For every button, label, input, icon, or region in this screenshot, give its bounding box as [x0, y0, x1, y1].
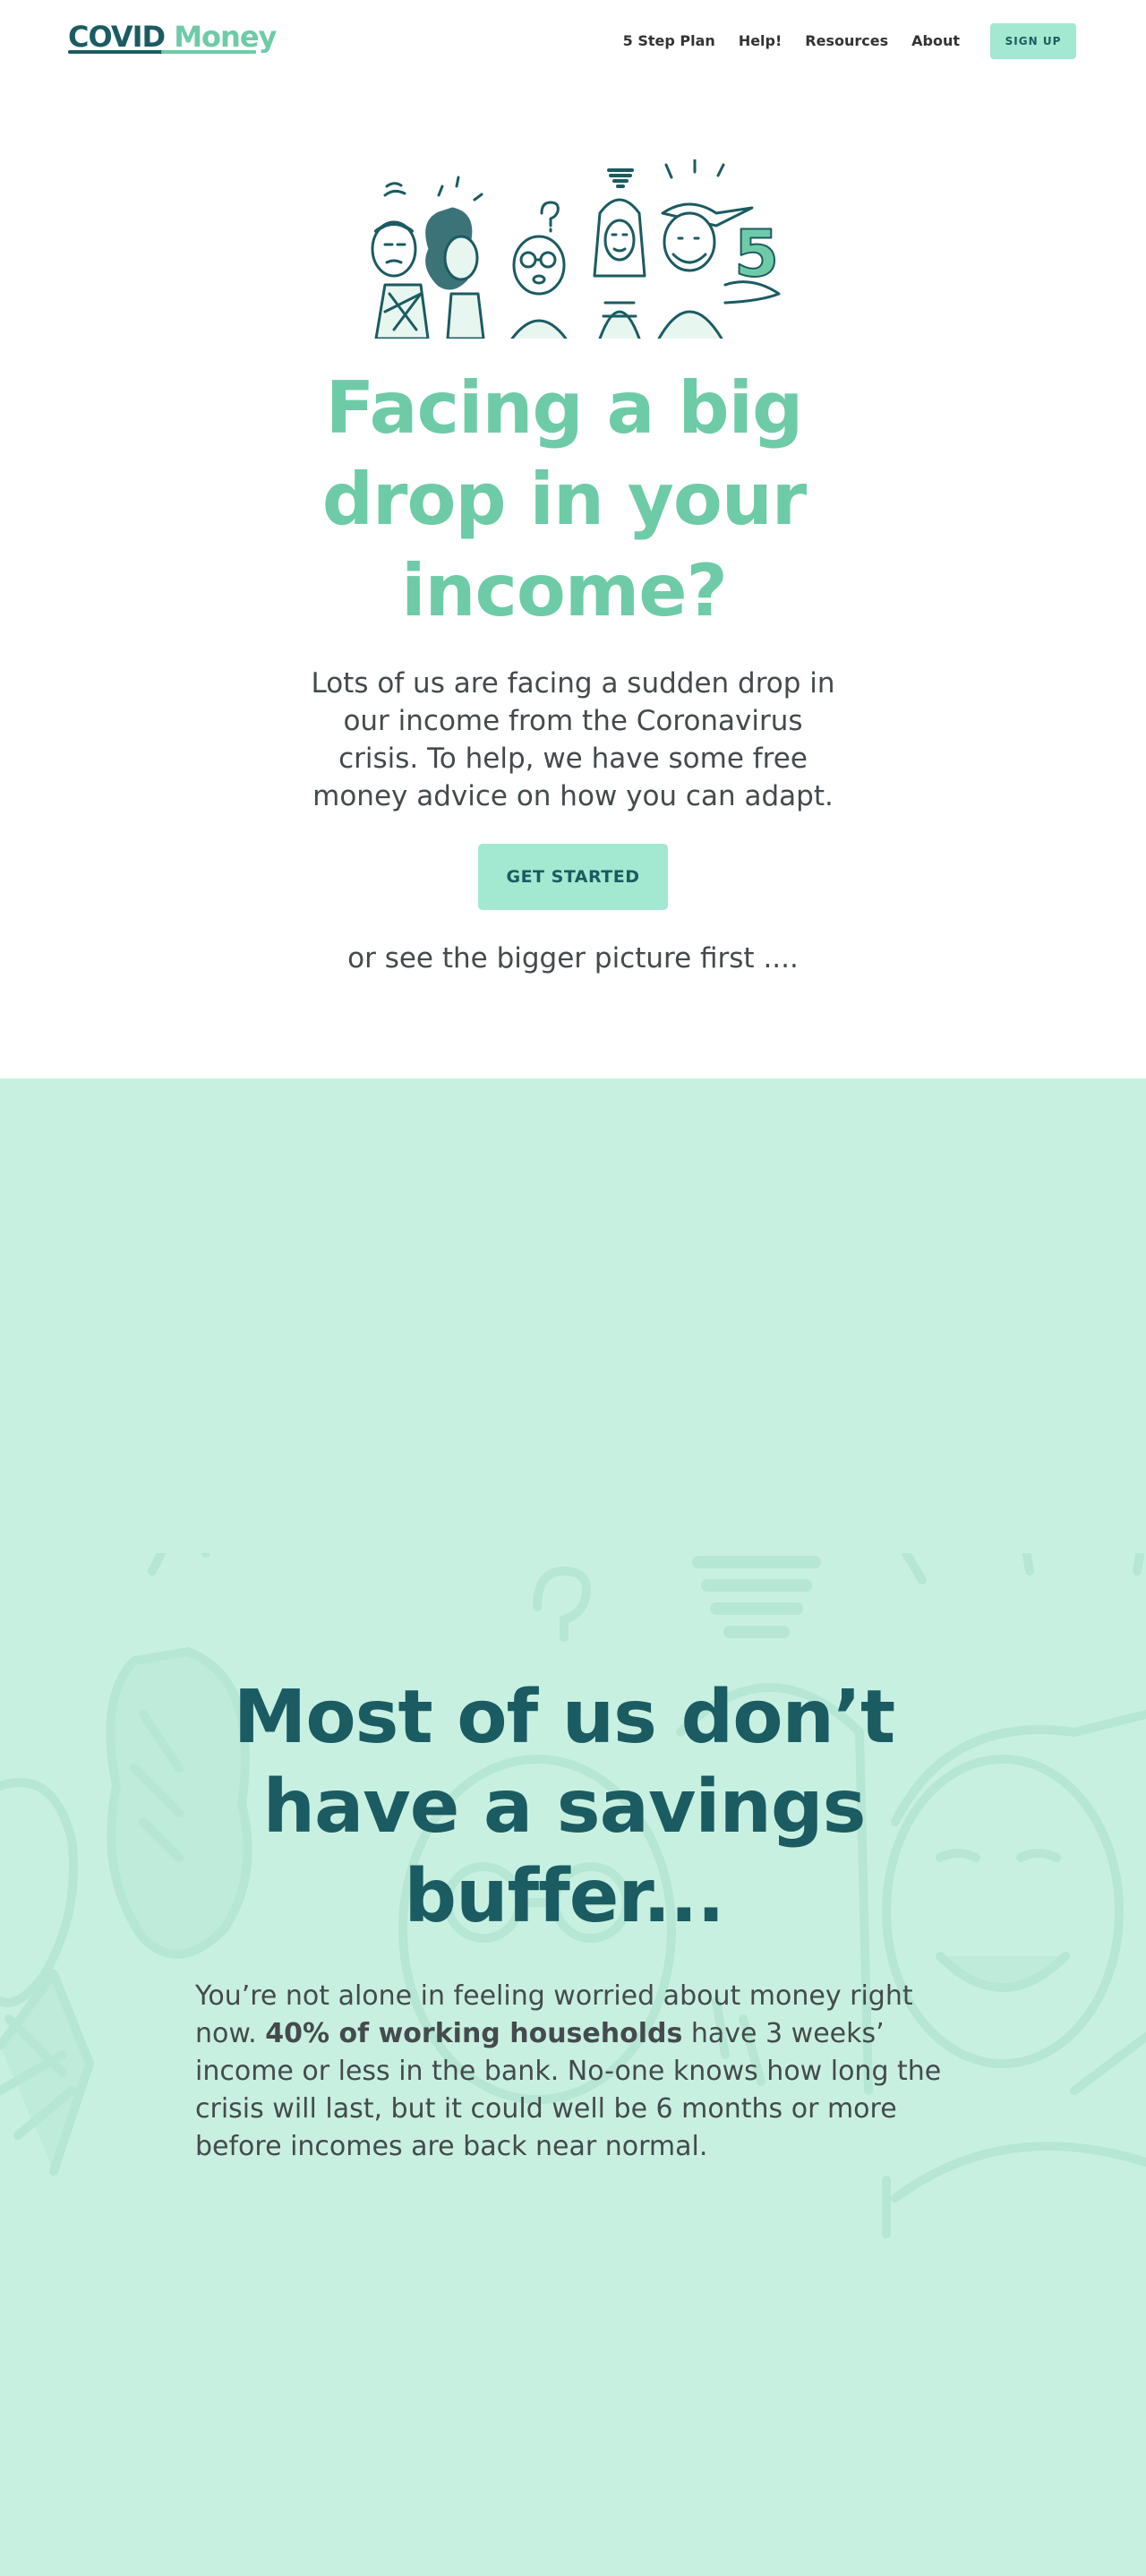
number-five-glyph: 5 — [734, 216, 779, 291]
nav-link-5-step-plan[interactable]: 5 Step Plan — [623, 32, 715, 49]
savings-text-highlight: 40% of working households — [265, 2018, 683, 2049]
people-illustration: 5 — [371, 159, 781, 339]
logo-underline-accent — [161, 50, 256, 54]
nav-link-help[interactable]: Help! — [739, 32, 782, 49]
logo-covid: COVID — [68, 20, 166, 54]
nav-link-about[interactable]: About — [911, 32, 960, 49]
top-nav: COVID Money 5 Step Plan Help! Resources … — [0, 0, 1146, 81]
see-bigger-picture-link[interactable]: or see the bigger picture first .... — [304, 942, 842, 975]
nav-links: 5 Step Plan Help! Resources About — [623, 32, 960, 49]
savings-section: Most of us don’t have a savings buffer..… — [0, 1078, 1146, 2576]
signup-button[interactable]: SIGN UP — [990, 23, 1076, 59]
get-started-button[interactable]: GET STARTED — [478, 844, 668, 910]
nav-link-resources[interactable]: Resources — [805, 32, 888, 49]
savings-text: You’re not alone in feeling worried abou… — [195, 1978, 956, 2166]
hero-title: Facing a big drop in your income? — [321, 366, 808, 632]
logo-money: Money — [174, 20, 277, 54]
hero-text: Lots of us are facing a sudden drop in o… — [311, 667, 835, 812]
savings-title: Most of us don’t have a savings buffer..… — [233, 1675, 896, 1939]
logo[interactable]: COVID Money — [68, 20, 277, 54]
